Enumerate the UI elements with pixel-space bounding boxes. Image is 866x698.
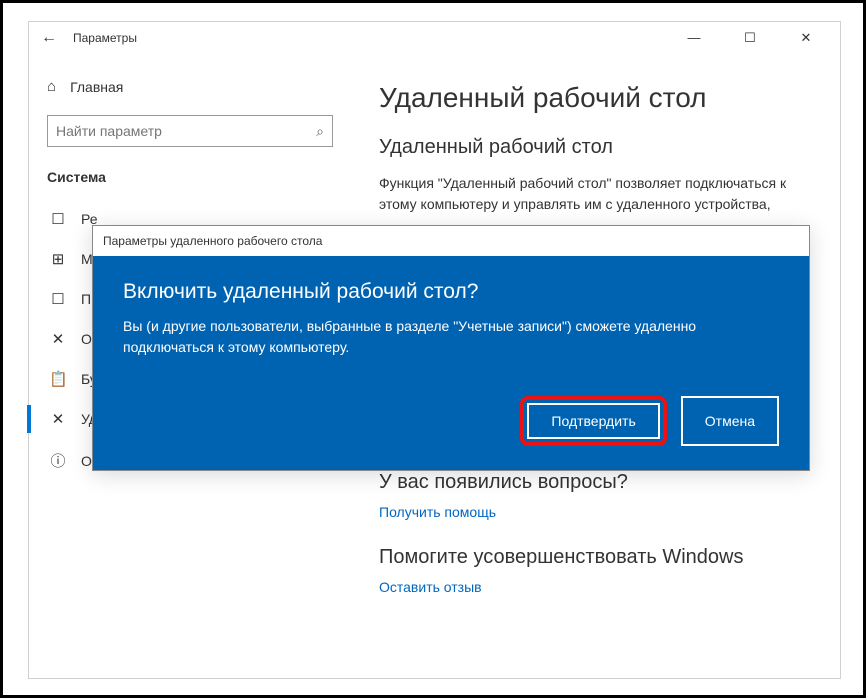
tablet-icon: ☐ [49,290,67,308]
home-link[interactable]: ⌂ Главная [47,74,333,99]
highlight-annotation: Подтвердить [520,396,666,446]
window-controls: — ☐ ✕ [676,30,832,46]
monitor-icon: ☐ [49,210,67,228]
dialog-buttons: Подтвердить Отмена [123,396,779,446]
dialog-title: Параметры удаленного рабочего стола [103,234,322,248]
search-input[interactable] [56,123,316,139]
clipboard-icon: 📋 [49,370,67,388]
search-icon: ⌕ [316,123,324,140]
confirm-dialog: Параметры удаленного рабочего стола Вклю… [92,225,810,471]
sidebar-item-label: О [81,331,92,347]
window-title: Параметры [73,31,137,45]
titlebar: ← Параметры — ☐ ✕ [29,22,840,54]
minimize-button[interactable]: — [676,30,712,46]
info-icon: ⓘ [49,450,67,471]
dialog-body: Включить удаленный рабочий стол? Вы (и д… [93,256,809,470]
cancel-button[interactable]: Отмена [681,396,779,446]
sub-title: Удаленный рабочий стол [379,136,816,159]
dialog-heading: Включить удаленный рабочий стол? [123,280,779,304]
sidebar-item-label: М [81,251,93,267]
confirm-button[interactable]: Подтвердить [527,403,659,439]
remote-icon: ✕ [49,410,67,428]
maximize-button[interactable]: ☐ [732,30,768,46]
help-link[interactable]: Получить помощь [379,504,816,520]
section-header: Система [47,169,333,185]
search-box[interactable]: ⌕ [47,115,333,147]
feedback-link[interactable]: Оставить отзыв [379,579,816,595]
sidebar-item-label: П [81,291,91,307]
home-icon: ⌂ [47,78,56,95]
page-title: Удаленный рабочий стол [379,82,816,114]
home-label: Главная [70,79,123,95]
questions-heading: У вас появились вопросы? [379,471,816,494]
multitask-icon: ⊞ [49,250,67,268]
shared-icon: ✕ [49,330,67,348]
improve-heading: Помогите усовершенствовать Windows [379,546,816,569]
back-arrow-icon[interactable]: ← [37,29,61,47]
body-text: Функция "Удаленный рабочий стол" позволя… [379,173,816,215]
dialog-titlebar: Параметры удаленного рабочего стола [93,226,809,256]
dialog-text: Вы (и другие пользователи, выбранные в р… [123,316,779,358]
close-button[interactable]: ✕ [788,30,824,46]
